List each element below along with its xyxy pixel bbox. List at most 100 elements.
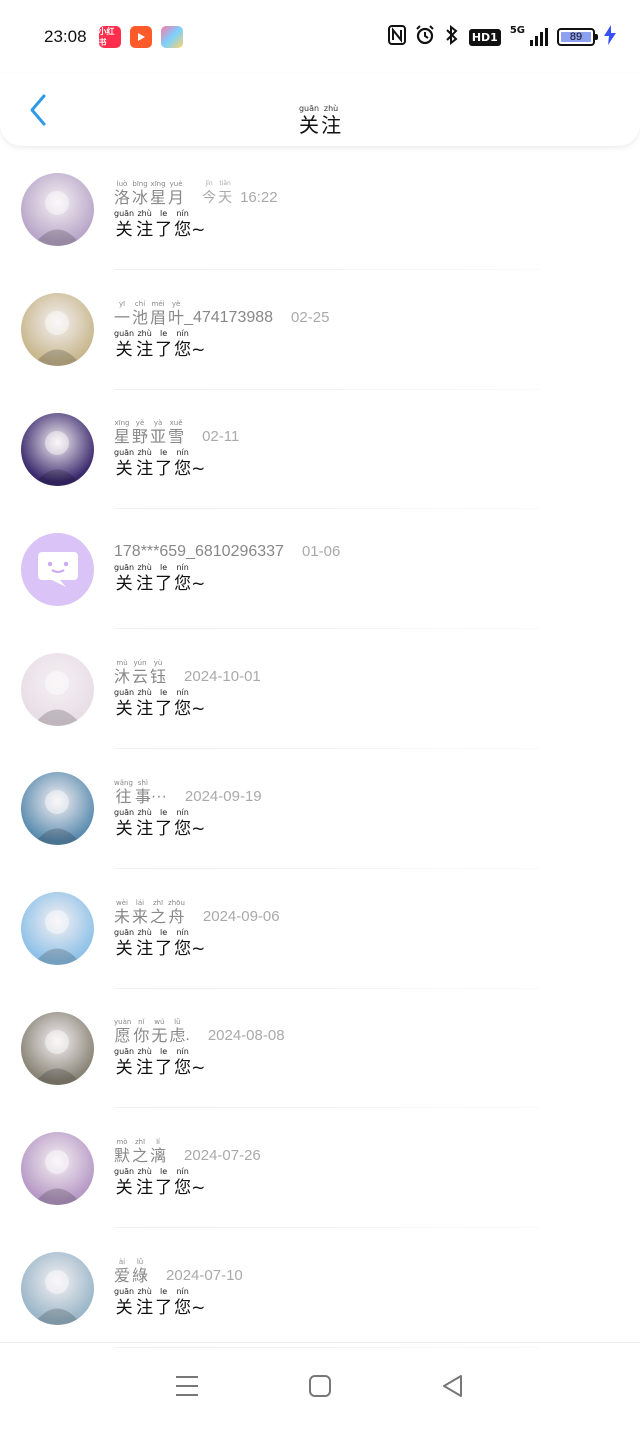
list-item[interactable]: ài 爱 lǜ 綠 2024-07-10 guān 关 zhù 注 le 了 nín 您 ~ <box>0 1228 640 1348</box>
status-time: 23:08 <box>44 27 87 46</box>
list-item[interactable]: mù 沐 yún 云 yù 钰 2024-10-01 guān 关 zhù 注 le 了 nín 您 ~ <box>0 629 640 749</box>
followed-you-message-pinyin: le <box>160 563 168 573</box>
followed-you-message-char: 关 <box>115 938 133 959</box>
avatar-image <box>33 191 82 247</box>
avatar-image <box>33 311 82 367</box>
message-tail: ~ <box>191 1058 206 1079</box>
followed-you-message-pinyin: nín <box>176 1287 189 1297</box>
followed-you-message-pinyin: le <box>160 328 168 338</box>
list-item[interactable]: yuàn 愿 nǐ 你 wú 无 lǜ 虑. 2024-08-08 guān 关 zhù 注 le 了 nín… <box>0 989 640 1109</box>
followed-you-message-char: 了 <box>155 574 173 595</box>
followed-you-message-char: 关 <box>115 459 133 480</box>
avatar[interactable] <box>21 1011 94 1085</box>
timestamp: 2024-09-19 <box>184 787 262 805</box>
followed-you-message-pinyin: zhù <box>137 807 152 817</box>
followed-you-message-char: 了 <box>155 339 173 360</box>
followed-you-message: guān 关 zhù 注 le 了 nín 您 <box>114 563 191 595</box>
notification-text: guān 关 zhù 注 le 了 nín 您 ~ <box>114 1047 285 1079</box>
followed-you-message-char: 关 <box>115 219 133 240</box>
user-name-char: 叶 <box>168 307 185 327</box>
list-item[interactable]: mò 默 zhī 之 lí 漓 2024-07-26 guān 关 zhù 注 le 了 nín 您 ~ <box>0 1108 640 1228</box>
followed-you-message-char: 了 <box>155 938 173 959</box>
list-item[interactable]: yī 一 chí 池 méi 眉 yè 叶 _474173988 02-25 guān 关 zhù 注 le… <box>0 270 640 390</box>
user-name: yī 一 chí 池 méi 眉 yè 叶 _474173988 <box>114 299 273 327</box>
user-name-char: 一 <box>114 307 131 327</box>
followed-you-message-pinyin: zhù <box>137 1047 152 1057</box>
avatar[interactable] <box>21 532 94 606</box>
followed-you-message-pinyin: le <box>160 1167 168 1177</box>
followed-you-message-pinyin: guān <box>114 1287 135 1297</box>
followed-you-message-char: 关 <box>115 574 133 595</box>
user-name-suffix: . <box>185 1027 190 1045</box>
message-tail: ~ <box>191 1178 206 1199</box>
battery-icon: 89 <box>557 28 598 46</box>
user-name-char: 野 <box>132 427 149 447</box>
follower-list: luò 洛 bīng 冰 xīng 星 yuè 月 jīn 今 tiān 天 16:22 guān 关 zhù… <box>0 150 640 1348</box>
today-label-char: 今 <box>202 189 217 206</box>
user-name: luò 洛 bīng 冰 xīng 星 yuè 月 <box>114 179 184 207</box>
user-name-char: 雪 <box>168 427 185 447</box>
multi-app-icon <box>160 26 183 48</box>
followed-you-message-pinyin: nín <box>176 1047 189 1057</box>
avatar[interactable] <box>21 1131 94 1205</box>
followed-you-message-pinyin: le <box>160 1287 168 1297</box>
title-char: 关 <box>299 113 319 137</box>
timestamp: 2024-07-26 <box>184 1147 261 1165</box>
list-item[interactable]: 178***659_6810296337 01-06 guān 关 zhù 注 le 了 nín… <box>0 509 640 629</box>
timestamp: 02-11 <box>202 428 240 446</box>
followed-you-message-pinyin: zhù <box>137 1287 152 1297</box>
followed-you-message-char: 注 <box>136 699 154 720</box>
followed-you-message-char: 了 <box>155 219 173 240</box>
home-button[interactable] <box>300 1366 340 1406</box>
network-type: 5G <box>509 24 525 36</box>
today-label-pinyin: tiān <box>219 179 231 187</box>
avatar[interactable] <box>21 293 94 367</box>
followed-you-message-pinyin: zhù <box>137 1167 152 1177</box>
followed-you-message: guān 关 zhù 注 le 了 nín 您 <box>114 329 191 361</box>
user-name-char: 钰 <box>150 667 167 687</box>
avatar-image <box>33 910 82 966</box>
list-item[interactable]: xīng 星 yě 野 yà 亚 xuě 雪 02-11 guān 关 zhù 注 le 了 nín 您 ~ <box>0 390 640 510</box>
video-app-icon <box>129 26 152 48</box>
message-tail: ~ <box>191 459 206 480</box>
followed-you-message-char: 注 <box>136 1178 154 1199</box>
followed-you-message-char: 注 <box>136 818 154 839</box>
avatar-image <box>33 430 82 486</box>
avatar[interactable] <box>21 652 94 726</box>
notification-text: guān 关 zhù 注 le 了 nín 您 ~ <box>114 448 239 480</box>
user-name-suffix: ··· <box>150 787 167 805</box>
title-char: 注 <box>321 113 342 137</box>
followed-you-message-char: 关 <box>115 1178 133 1199</box>
followed-you-message-pinyin: le <box>160 807 168 817</box>
followed-you-message: guān 关 zhù 注 le 了 nín 您 <box>114 688 191 720</box>
user-name-char: 冰 <box>132 187 149 207</box>
followed-you-message-pinyin: zhù <box>137 208 152 218</box>
list-item[interactable]: wǎng 往 shì 事 ··· 2024-09-19 guān 关 zhù 注 le 了 nín 您 ~ <box>0 749 640 869</box>
followed-you-message-char: 您 <box>174 938 192 959</box>
avatar-image <box>33 670 82 726</box>
followed-you-message-pinyin: nín <box>176 563 189 573</box>
back-nav-button[interactable] <box>433 1366 473 1406</box>
timestamp: 01-06 <box>301 543 341 561</box>
user-name-char: 虑 <box>169 1026 186 1046</box>
avatar[interactable] <box>21 1251 94 1325</box>
followed-you-message-pinyin: guān <box>114 688 135 698</box>
avatar[interactable] <box>21 772 94 846</box>
menu-button[interactable] <box>167 1366 207 1406</box>
followed-you-message-pinyin: guān <box>114 563 135 573</box>
list-item[interactable]: wèi 未 lái 来 zhī 之 zhōu 舟 2024-09-06 guān 关 zhù 注 le 了 n… <box>0 869 640 989</box>
followed-you-message-pinyin: zhù <box>137 927 152 937</box>
list-item[interactable]: luò 洛 bīng 冰 xīng 星 yuè 月 jīn 今 tiān 天 16:22 guān 关 zhù… <box>0 150 640 270</box>
user-name: mò 默 zhī 之 lí 漓 <box>114 1137 166 1165</box>
avatar[interactable] <box>21 892 94 966</box>
avatar[interactable] <box>21 173 94 247</box>
avatar[interactable] <box>21 412 94 486</box>
user-name: yuàn 愿 nǐ 你 wú 无 lǜ 虑 <box>114 1017 185 1045</box>
followed-you-message: guān 关 zhù 注 le 了 nín 您 <box>114 1287 191 1319</box>
user-name-char: 舟 <box>168 906 185 926</box>
followed-you-message-pinyin: nín <box>176 208 189 218</box>
followed-you-message: guān 关 zhù 注 le 了 nín 您 <box>114 1167 191 1199</box>
back-triangle-icon <box>443 1375 463 1397</box>
message-tail: ~ <box>191 699 206 720</box>
notification-text: guān 关 zhù 注 le 了 nín 您 ~ <box>114 1287 243 1319</box>
